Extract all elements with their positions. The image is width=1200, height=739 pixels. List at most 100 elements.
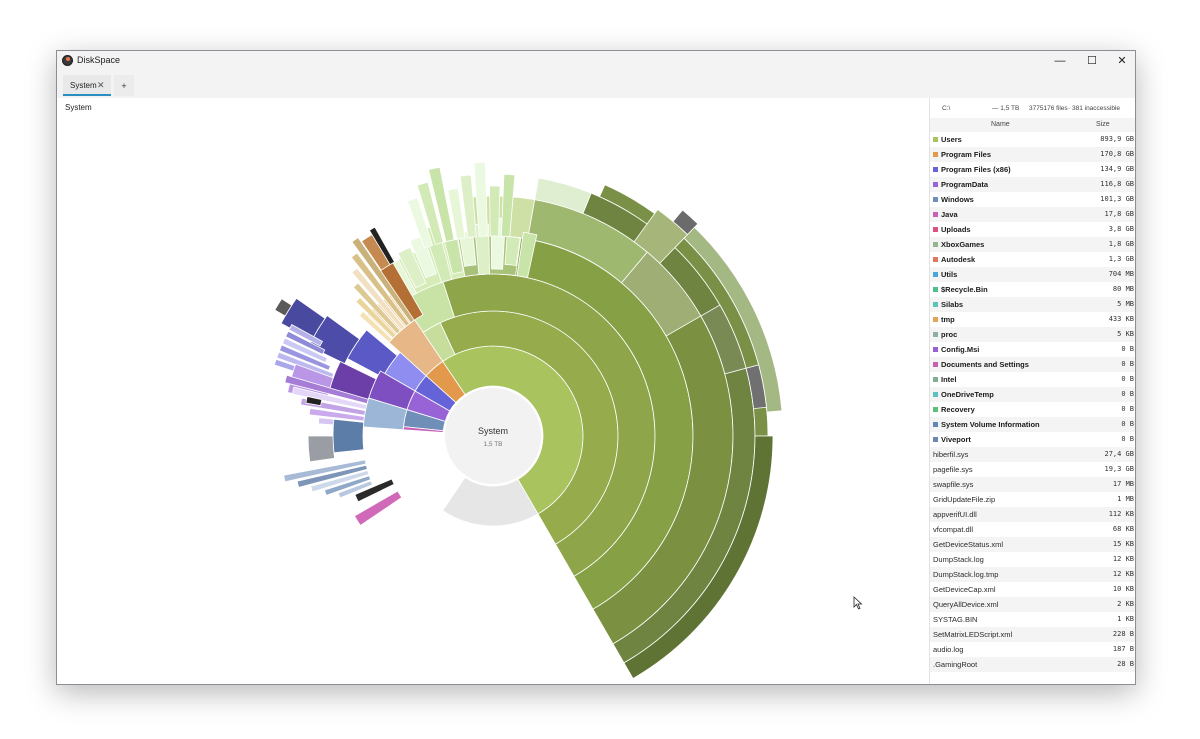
row-name: DumpStack.log.tmp: [933, 570, 999, 579]
folder-row[interactable]: OneDriveTemp 0 B: [930, 387, 1135, 402]
row-name: Config.Msi: [941, 345, 980, 354]
center-title: System: [478, 426, 508, 436]
folder-row[interactable]: Java 17,8 GB: [930, 207, 1135, 222]
maximize-button[interactable]: ☐: [1077, 51, 1107, 71]
folder-row[interactable]: Documents and Settings 0 B: [930, 357, 1135, 372]
row-size: 101,3 GB: [1100, 195, 1134, 203]
column-name[interactable]: Name: [991, 121, 1010, 128]
row-name: Autodesk: [941, 255, 976, 264]
folder-color-swatch: [933, 272, 938, 277]
row-name: Recovery: [941, 405, 975, 414]
folder-row[interactable]: Program Files (x86) 134,9 GB: [930, 162, 1135, 177]
folder-row[interactable]: proc 5 KB: [930, 327, 1135, 342]
file-row[interactable]: audio.log 187 B: [930, 642, 1135, 657]
column-size[interactable]: Size: [1096, 121, 1110, 128]
file-list: Users 893,9 GB Program Files 170,8 GB Progra…: [930, 132, 1135, 672]
row-name: $Recycle.Bin: [941, 285, 988, 294]
folder-row[interactable]: XboxGames 1,8 GB: [930, 237, 1135, 252]
row-name: OneDriveTemp: [941, 390, 994, 399]
title-bar[interactable]: DiskSpace — ☐ ✕: [57, 51, 1135, 71]
folder-color-swatch: [933, 287, 938, 292]
row-name: hiberfil.sys: [933, 450, 969, 459]
row-name: vfcompat.dll: [933, 525, 974, 534]
folder-row[interactable]: ProgramData 116,8 GB: [930, 177, 1135, 192]
row-name: System Volume Information: [941, 420, 1040, 429]
row-name: GetDeviceCap.xml: [933, 585, 996, 594]
file-row[interactable]: vfcompat.dll 68 KB: [930, 522, 1135, 537]
row-size: 80 MB: [1112, 285, 1134, 293]
sunburst-chart[interactable]: System 1,5 TB: [57, 98, 929, 684]
row-size: 112 KB: [1108, 510, 1134, 518]
file-row[interactable]: pagefile.sys 19,3 GB: [930, 462, 1135, 477]
file-row[interactable]: hiberfil.sys 27,4 GB: [930, 447, 1135, 462]
file-row[interactable]: DumpStack.log.tmp 12 KB: [930, 567, 1135, 582]
folder-row[interactable]: $Recycle.Bin 80 MB: [930, 282, 1135, 297]
row-size: 170,8 GB: [1100, 150, 1134, 158]
row-name: QueryAllDevice.xml: [933, 600, 999, 609]
folder-row[interactable]: Viveport 0 B: [930, 432, 1135, 447]
file-row[interactable]: swapfile.sys 17 MB: [930, 477, 1135, 492]
folder-color-swatch: [933, 317, 938, 322]
folder-color-swatch: [933, 227, 938, 232]
row-name: Viveport: [941, 435, 971, 444]
row-size: 10 KB: [1112, 585, 1134, 593]
row-name: pagefile.sys: [933, 465, 973, 474]
file-row[interactable]: appverifUI.dll 112 KB: [930, 507, 1135, 522]
minimize-button[interactable]: —: [1045, 51, 1075, 71]
row-name: SetMatrixLEDScript.xml: [933, 630, 1013, 639]
folder-row[interactable]: Intel 0 B: [930, 372, 1135, 387]
file-row[interactable]: GridUpdateFile.zip 1 MB: [930, 492, 1135, 507]
folder-row[interactable]: Autodesk 1,3 GB: [930, 252, 1135, 267]
center-circle[interactable]: [445, 388, 541, 484]
file-row[interactable]: GetDeviceStatus.xml 15 KB: [930, 537, 1135, 552]
row-size: 1,8 GB: [1108, 240, 1134, 248]
row-name: Program Files: [941, 150, 992, 159]
row-size: 2 KB: [1117, 600, 1134, 608]
folder-color-swatch: [933, 167, 938, 172]
tab-label: System: [70, 81, 97, 90]
file-row[interactable]: SetMatrixLEDScript.xml 228 B: [930, 627, 1135, 642]
window-title: DiskSpace: [77, 55, 121, 65]
folder-row[interactable]: tmp 433 KB: [930, 312, 1135, 327]
folder-row[interactable]: Program Files 170,8 GB: [930, 147, 1135, 162]
row-size: 0 B: [1121, 360, 1134, 368]
file-row[interactable]: GetDeviceCap.xml 10 KB: [930, 582, 1135, 597]
folder-color-swatch: [933, 347, 938, 352]
folder-row[interactable]: Uploads 3,8 GB: [930, 222, 1135, 237]
sunburst-segment[interactable]: [332, 418, 365, 454]
row-size: 15 KB: [1112, 540, 1134, 548]
file-row[interactable]: QueryAllDevice.xml 2 KB: [930, 597, 1135, 612]
file-row[interactable]: DumpStack.log 12 KB: [930, 552, 1135, 567]
row-name: appverifUI.dll: [933, 510, 977, 519]
row-size: 228 B: [1112, 630, 1134, 638]
file-row[interactable]: .GamingRoot 28 B: [930, 657, 1135, 672]
row-name: Intel: [941, 375, 957, 384]
folder-row[interactable]: Recovery 0 B: [930, 402, 1135, 417]
folder-row[interactable]: Silabs 5 MB: [930, 297, 1135, 312]
folder-row[interactable]: Windows 101,3 GB: [930, 192, 1135, 207]
tab-system[interactable]: System ✕: [63, 75, 111, 96]
tab-close-icon[interactable]: ✕: [97, 80, 105, 91]
add-tab-button[interactable]: +: [114, 75, 134, 96]
folder-row[interactable]: Utils 704 MB: [930, 267, 1135, 282]
row-size: 116,8 GB: [1100, 180, 1134, 188]
sunburst-segment[interactable]: [307, 435, 336, 463]
sunburst-segment[interactable]: [489, 185, 501, 237]
row-name: tmp: [941, 315, 955, 324]
row-name: .GamingRoot: [933, 660, 978, 669]
folder-row[interactable]: Config.Msi 0 B: [930, 342, 1135, 357]
file-row[interactable]: SYSTAG.BIN 1 KB: [930, 612, 1135, 627]
folder-row[interactable]: Users 893,9 GB: [930, 132, 1135, 147]
row-size: 0 B: [1121, 345, 1134, 353]
close-window-button[interactable]: ✕: [1107, 51, 1135, 71]
row-name: Uploads: [941, 225, 971, 234]
row-name: GridUpdateFile.zip: [933, 495, 996, 504]
row-name: Users: [941, 135, 962, 144]
folder-color-swatch: [933, 182, 938, 187]
folder-color-swatch: [933, 422, 938, 427]
row-size: 17,8 GB: [1104, 210, 1134, 218]
folder-row[interactable]: System Volume Information 0 B: [930, 417, 1135, 432]
row-size: 0 B: [1121, 405, 1134, 413]
row-size: 12 KB: [1112, 555, 1134, 563]
row-size: 1 KB: [1117, 615, 1134, 623]
